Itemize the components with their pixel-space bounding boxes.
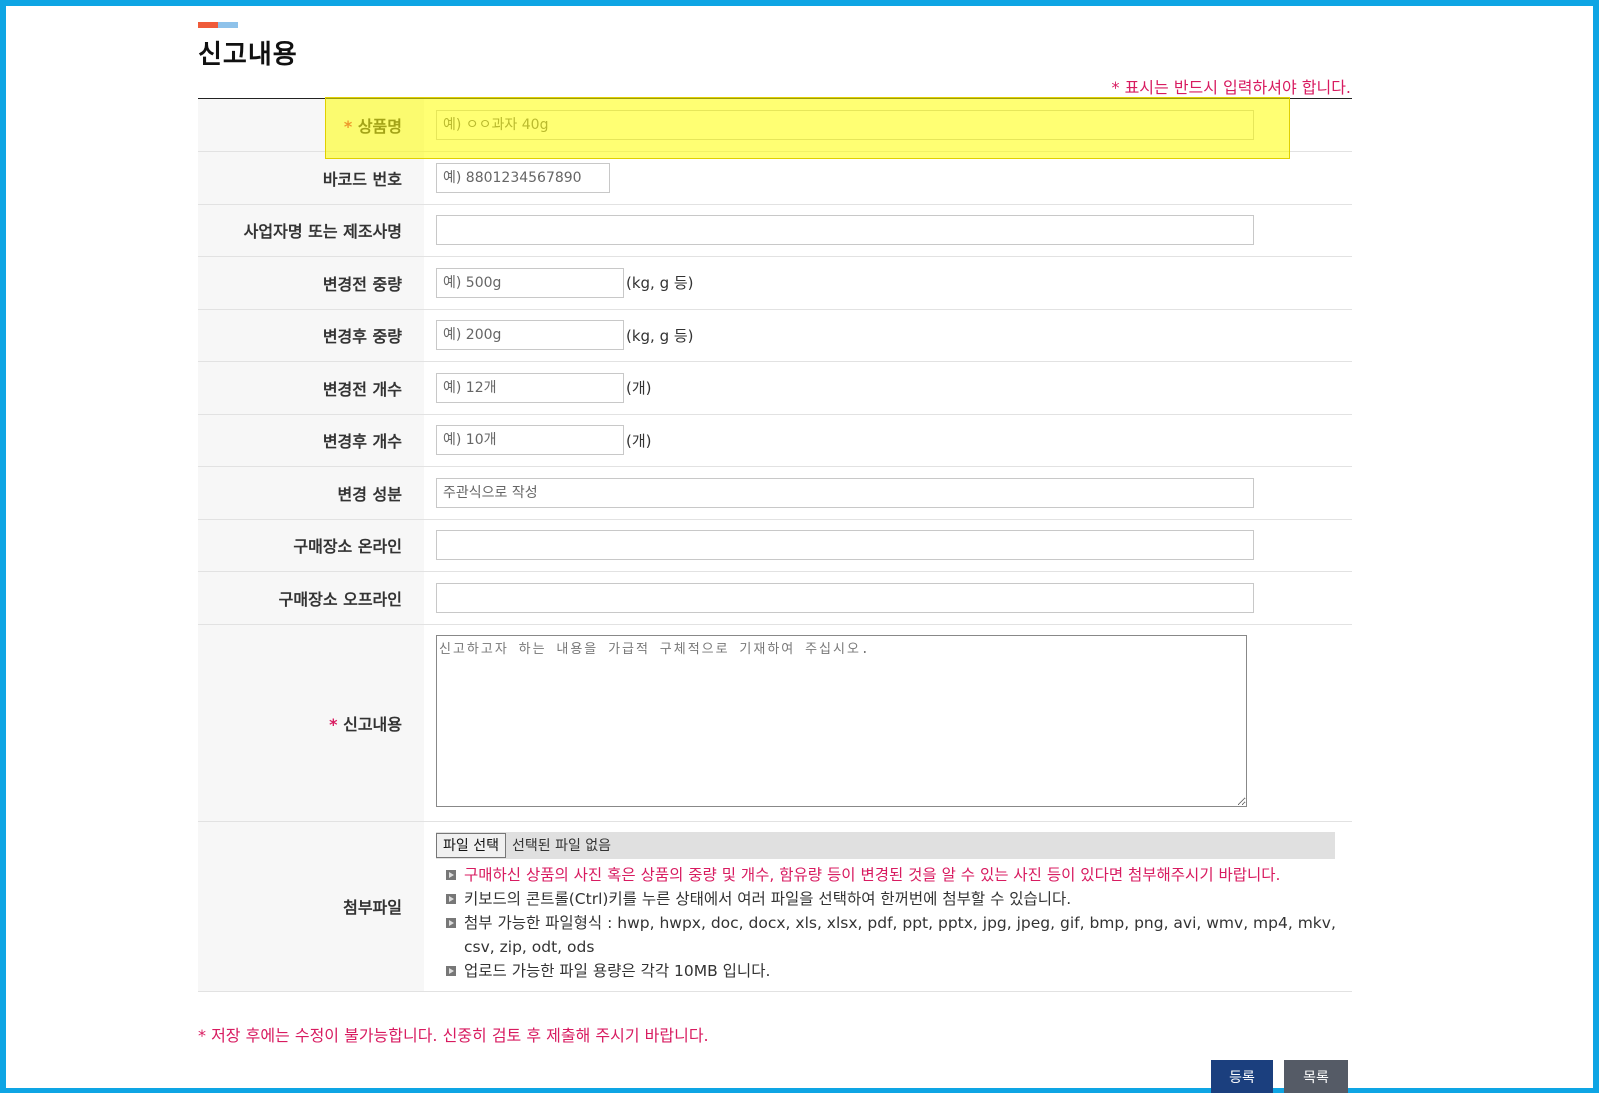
file-status: 선택된 파일 없음 bbox=[511, 838, 612, 854]
list-item: 첨부 가능한 파일형식 : hwp, hwpx, doc, docx, xls,… bbox=[436, 911, 1352, 959]
row-ingredients: 변경 성분 bbox=[198, 466, 1352, 520]
list-item: 업로드 가능한 파일 용량은 각각 10MB 입니다. bbox=[436, 959, 1352, 983]
barcode-input[interactable] bbox=[436, 162, 610, 193]
report-content-label: * 신고내용 bbox=[198, 624, 424, 822]
weight-before-unit: (kg, g 등) bbox=[626, 274, 694, 293]
report-content-textarea[interactable] bbox=[436, 634, 1247, 807]
list-item: 구매하신 상품의 사진 혹은 상품의 중량 및 개수, 함유량 등이 변경된 것… bbox=[436, 863, 1352, 887]
arrow-bullet-icon bbox=[446, 893, 456, 904]
barcode-label: 바코드 번호 bbox=[198, 151, 424, 205]
store-online-input[interactable] bbox=[436, 530, 1254, 561]
arrow-bullet-icon bbox=[446, 965, 456, 976]
arrow-bullet-icon bbox=[446, 917, 456, 928]
weight-after-unit: (kg, g 등) bbox=[626, 326, 694, 345]
count-after-unit: (개) bbox=[626, 431, 652, 450]
count-before-unit: (개) bbox=[626, 379, 652, 398]
store-online-label: 구매장소 온라인 bbox=[198, 519, 424, 572]
bottom-note: * 저장 후에는 수정이 불가능합니다. 신중히 검토 후 제출해 주시기 바랍… bbox=[198, 1026, 709, 1045]
row-count-before: 변경전 개수 (개) bbox=[198, 361, 1352, 415]
ingredients-label: 변경 성분 bbox=[198, 466, 424, 520]
row-barcode: 바코드 번호 bbox=[198, 151, 1352, 205]
required-star: * bbox=[329, 714, 338, 734]
count-after-input[interactable] bbox=[436, 425, 624, 456]
weight-after-input[interactable] bbox=[436, 320, 624, 351]
row-store-online: 구매장소 온라인 bbox=[198, 519, 1352, 572]
required-star: * bbox=[343, 117, 353, 136]
arrow-bullet-icon bbox=[446, 869, 456, 880]
list-button[interactable]: 목록 bbox=[1284, 1060, 1348, 1093]
maker-label: 사업자명 또는 제조사명 bbox=[198, 204, 424, 257]
ingredients-input[interactable] bbox=[436, 477, 1254, 508]
row-weight-after: 변경후 중량 (kg, g 등) bbox=[198, 309, 1352, 362]
store-offline-input[interactable] bbox=[436, 582, 1254, 613]
count-after-label: 변경후 개수 bbox=[198, 414, 424, 467]
product-name-input[interactable] bbox=[436, 110, 1254, 140]
row-weight-before: 변경전 중량 (kg, g 등) bbox=[198, 256, 1352, 310]
required-note: * 표시는 반드시 입력하셔야 합니다. bbox=[1111, 78, 1351, 97]
weight-before-input[interactable] bbox=[436, 267, 624, 298]
weight-before-label: 변경전 중량 bbox=[198, 256, 424, 310]
attachment-label: 첨부파일 bbox=[198, 821, 424, 992]
weight-after-label: 변경후 중량 bbox=[198, 309, 424, 362]
submit-button[interactable]: 등록 bbox=[1211, 1060, 1273, 1093]
file-input[interactable]: 파일 선택 선택된 파일 없음 bbox=[436, 831, 1335, 859]
count-before-input[interactable] bbox=[436, 372, 624, 403]
file-select-button[interactable]: 파일 선택 bbox=[436, 832, 506, 858]
attachment-notes: 구매하신 상품의 사진 혹은 상품의 중량 및 개수, 함유량 등이 변경된 것… bbox=[436, 863, 1352, 983]
row-product-name: * 상품명 bbox=[198, 99, 1352, 152]
store-offline-label: 구매장소 오프라인 bbox=[198, 571, 424, 625]
report-form-table: * 상품명 바코드 번호 사업자명 또는 제조사명 변경전 중량 (kg, g … bbox=[198, 99, 1352, 992]
page-title: 신고내용 bbox=[198, 40, 298, 70]
maker-input[interactable] bbox=[436, 215, 1254, 246]
title-accent-bar bbox=[198, 22, 238, 28]
row-count-after: 변경후 개수 (개) bbox=[198, 414, 1352, 467]
row-attachment: 첨부파일 파일 선택 선택된 파일 없음 구매하신 상품의 사진 혹은 상품의 … bbox=[198, 821, 1352, 992]
list-item: 키보드의 콘트롤(Ctrl)키를 누른 상태에서 여러 파일을 선택하여 한꺼번… bbox=[436, 887, 1352, 911]
product-name-label: * 상품명 bbox=[198, 99, 424, 152]
row-maker: 사업자명 또는 제조사명 bbox=[198, 204, 1352, 257]
row-report-content: * 신고내용 bbox=[198, 624, 1352, 822]
count-before-label: 변경전 개수 bbox=[198, 361, 424, 415]
row-store-offline: 구매장소 오프라인 bbox=[198, 571, 1352, 625]
